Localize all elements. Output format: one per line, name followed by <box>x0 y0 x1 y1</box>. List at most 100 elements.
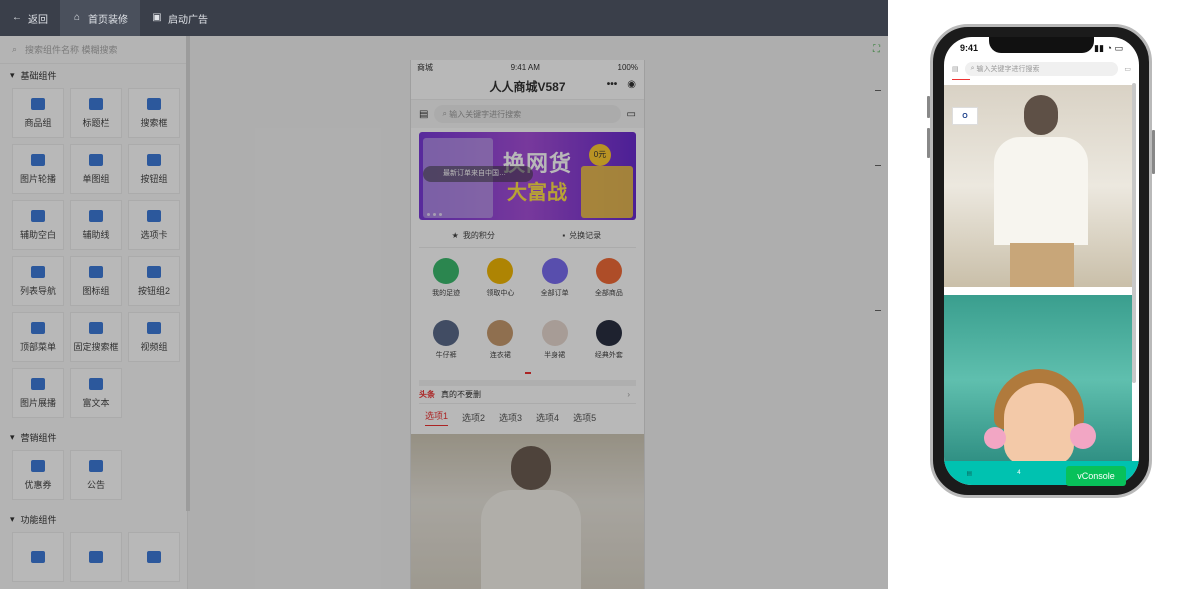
device-product-photo-1[interactable]: O <box>944 85 1132 287</box>
device-status-bar: 9:41 ▮▮ ◔ ▭ <box>944 37 1139 59</box>
star-icon: ★ <box>451 231 459 240</box>
component-icon <box>89 377 103 390</box>
component-grid: 优惠券 公告 <box>0 448 187 508</box>
component-group-title[interactable]: ▾ 基础组件 <box>0 64 187 86</box>
preview-search-box[interactable]: ⌕ 输入关键字进行搜索 <box>434 105 621 123</box>
component-tile[interactable]: 视频组 <box>128 312 180 362</box>
component-tile[interactable]: 搜索框 <box>128 88 180 138</box>
component-tile[interactable]: 图片展播 <box>12 368 64 418</box>
editor-area: ← 返回 ⌂ 首页装修 ▣ 启动广告 ⌕ 搜索组件名称 模糊搜索 ▾ 基础组件 商品… <box>0 0 888 589</box>
icon-entry[interactable]: 全部订单 <box>528 254 582 310</box>
component-tile[interactable]: 富文本 <box>70 368 122 418</box>
device-scrollbar[interactable] <box>1132 83 1136 383</box>
component-icon <box>31 459 45 472</box>
tab-home-decor[interactable]: ⌂ 首页装修 <box>60 0 140 36</box>
banner-product-image <box>581 166 633 218</box>
component-tile[interactable]: 标题栏 <box>70 88 122 138</box>
component-group-title[interactable]: ▾ 功能组件 <box>0 508 187 530</box>
component-tile[interactable]: 列表导航 <box>12 256 64 306</box>
device-search-row[interactable]: ▤ ⌕ 输入关键字进行搜索 ▭ <box>944 59 1139 79</box>
entry-icon <box>541 320 568 346</box>
component-icon <box>31 377 45 390</box>
exchange-record-button[interactable]: ▪ 兑换记录 <box>528 224 637 247</box>
vconsole-button[interactable]: vConsole <box>1066 466 1126 486</box>
preview-search-placeholder: 输入关键字进行搜索 <box>449 109 522 119</box>
component-tile[interactable]: 顶部菜单 <box>12 312 64 362</box>
component-tile-label: 单图组 <box>82 173 110 184</box>
component-tile[interactable] <box>128 532 180 582</box>
scan-icon[interactable]: ▭ <box>1124 65 1131 73</box>
my-points-button[interactable]: ★ 我的积分 <box>419 224 528 247</box>
product-photo[interactable] <box>411 434 644 589</box>
banner-badge: 0元 <box>589 144 611 166</box>
tab-option[interactable]: 选项2 <box>462 411 485 424</box>
component-tile-label: 顶部菜单 <box>19 341 56 352</box>
icon-entry[interactable]: 牛仔裤 <box>419 316 473 372</box>
component-group-label: 营销组件 <box>20 432 57 443</box>
component-tile-label: 按钮组 <box>140 173 168 184</box>
page-preview: 商城 9:41 AM 100% 人人商城V587 ••• ◉ ▤ ⌕ 输入关键字… <box>410 60 645 589</box>
component-tile[interactable]: 公告 <box>70 450 122 500</box>
tab-option[interactable]: 选项4 <box>536 411 559 424</box>
scan-icon[interactable]: ▭ <box>627 109 636 120</box>
entry-icon <box>487 320 514 346</box>
component-tile[interactable]: 选项卡 <box>128 200 180 250</box>
component-icon <box>89 321 103 334</box>
component-icon <box>31 265 45 278</box>
component-tile[interactable]: 图标组 <box>70 256 122 306</box>
fullscreen-icon[interactable]: ⛶ <box>873 44 885 56</box>
sidebar-scrollbar[interactable] <box>186 36 190 511</box>
component-tile[interactable]: 按钮组2 <box>128 256 180 306</box>
component-tile[interactable]: 商品组 <box>12 88 64 138</box>
icon-entry[interactable]: 我的足迹 <box>419 254 473 310</box>
component-search[interactable]: ⌕ 搜索组件名称 模糊搜索 <box>0 36 187 64</box>
close-icon[interactable]: ◉ <box>627 79 636 90</box>
entry-icon <box>595 258 622 284</box>
component-tile-label: 商品组 <box>24 117 52 128</box>
icon-entry[interactable]: 半身裙 <box>528 316 582 372</box>
icon-entry[interactable]: 连衣裙 <box>473 316 527 372</box>
component-grid: 商品组 标题栏 搜索框图片轮播 单图组 按钮组辅助空白 辅助线 选项卡列表导航 图标组 按钮组2… <box>0 86 187 426</box>
phone-screen: 9:41 ▮▮ ◔ ▭ ▤ ⌕ 输入关键字进行搜索 ▭ O ▤ 4 ▤ <box>944 37 1139 485</box>
component-tile[interactable] <box>12 532 64 582</box>
tab-icon-cart[interactable]: 4 <box>1017 470 1020 476</box>
component-search-input[interactable]: 搜索组件名称 模糊搜索 <box>25 43 118 56</box>
component-tile[interactable]: 图片轮播 <box>12 144 64 194</box>
back-button[interactable]: ← 返回 <box>0 0 60 36</box>
tab-option[interactable]: 选项1 <box>425 409 449 426</box>
device-product-photo-2[interactable] <box>944 295 1132 465</box>
component-icon <box>147 97 161 110</box>
tab-icon-home[interactable]: ▤ <box>967 470 973 477</box>
brand-logo: O <box>952 107 978 125</box>
top-toolbar: ← 返回 ⌂ 首页装修 ▣ 启动广告 <box>0 0 888 36</box>
preview-search-row[interactable]: ▤ ⌕ 输入关键字进行搜索 ▭ <box>411 100 644 128</box>
component-tile[interactable]: 辅助空白 <box>12 200 64 250</box>
entry-icon <box>541 258 568 284</box>
component-tile-label: 图标组 <box>82 285 110 296</box>
component-icon <box>89 209 103 222</box>
component-tile[interactable]: 单图组 <box>70 144 122 194</box>
tab-option[interactable]: 选项5 <box>573 411 596 424</box>
tab-launch-ad[interactable]: ▣ 启动广告 <box>140 0 220 36</box>
device-search-box[interactable]: ⌕ 输入关键字进行搜索 <box>964 62 1119 76</box>
notice-bar[interactable]: 头条 真的不要删 › <box>419 380 636 404</box>
cart-badge: 4 <box>1017 470 1021 476</box>
icon-entry[interactable]: 全部商品 <box>582 254 636 310</box>
my-points-label: 我的积分 <box>462 231 495 240</box>
chevron-down-icon: ▾ <box>10 513 15 524</box>
component-tile-label: 辅助线 <box>82 229 110 240</box>
component-tile[interactable]: 辅助线 <box>70 200 122 250</box>
component-icon <box>31 551 45 563</box>
more-icon[interactable]: ••• <box>607 79 618 90</box>
icon-entry[interactable]: 领取中心 <box>473 254 527 310</box>
component-tile[interactable]: 按钮组 <box>128 144 180 194</box>
banner-carousel[interactable]: 换网货 大富战 0元 最新订单来自中国… <box>419 132 636 220</box>
component-tile[interactable] <box>70 532 122 582</box>
component-tile[interactable]: 优惠券 <box>12 450 64 500</box>
component-group-title[interactable]: ▾ 营销组件 <box>0 426 187 448</box>
component-tile[interactable]: 固定搜索框 <box>70 312 122 362</box>
component-tile-label: 图片轮播 <box>19 173 56 184</box>
icon-entry[interactable]: 经典外套 <box>582 316 636 372</box>
tab-option[interactable]: 选项3 <box>499 411 522 424</box>
component-tile-label: 视频组 <box>140 341 168 352</box>
